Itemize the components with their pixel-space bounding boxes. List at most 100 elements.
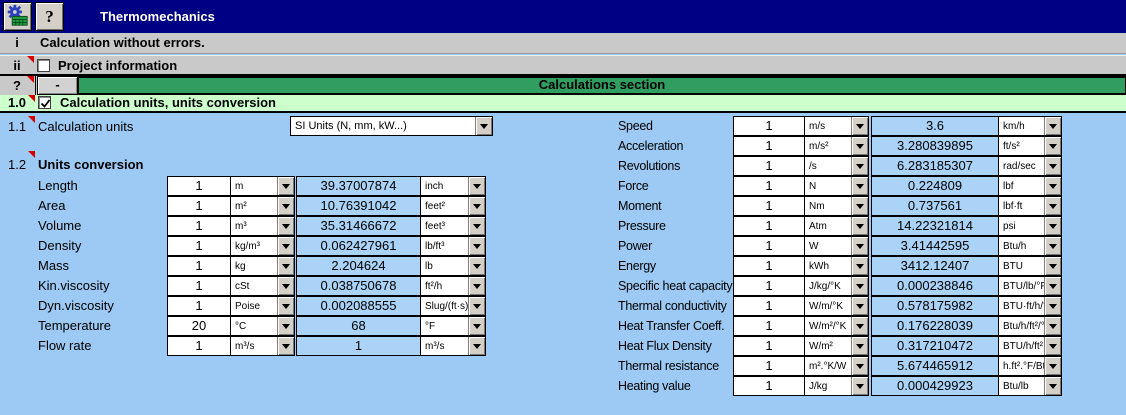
value-input[interactable]: 1 (733, 376, 805, 396)
unit-select[interactable]: Atm (804, 216, 869, 236)
result-unit-select[interactable]: BTU (998, 256, 1062, 276)
dropdown-arrow-icon[interactable] (1044, 377, 1061, 395)
dropdown-arrow-icon[interactable] (1044, 157, 1061, 175)
table-row: Speed 1 m/s 3.6 km/h (0, 116, 1126, 136)
dropdown-arrow-icon[interactable] (1044, 197, 1061, 215)
quantity-label: Thermal resistance (618, 356, 719, 376)
result-unit-select[interactable]: lbf (998, 176, 1062, 196)
unit-select[interactable]: W/m² (804, 336, 869, 356)
unit-select[interactable]: kWh (804, 256, 869, 276)
dropdown-arrow-icon[interactable] (1044, 177, 1061, 195)
result-unit-select[interactable]: BTU·ft/h/°F (998, 296, 1062, 316)
unit-select[interactable]: J/kg (804, 376, 869, 396)
result-unit-select[interactable]: BTU/lb/°F (998, 276, 1062, 296)
table-row: Heat Flux Density 1 W/m² 0.317210472 BTU… (0, 336, 1126, 356)
unit-select[interactable]: m/s (804, 116, 869, 136)
unit-select[interactable]: N (804, 176, 869, 196)
unit-select[interactable]: W (804, 236, 869, 256)
value-input[interactable]: 1 (733, 136, 805, 156)
quantity-label: Heat Transfer Coeff. (618, 316, 724, 336)
unit-select[interactable]: Nm (804, 196, 869, 216)
dropdown-arrow-icon[interactable] (851, 357, 868, 375)
dropdown-arrow-icon[interactable] (851, 217, 868, 235)
value-input[interactable]: 1 (733, 216, 805, 236)
dropdown-arrow-icon[interactable] (1044, 297, 1061, 315)
result-unit-select[interactable]: Btu/lb (998, 376, 1062, 396)
value-input[interactable]: 1 (733, 196, 805, 216)
arrow-down-glyph (856, 224, 864, 229)
value-input[interactable]: 1 (733, 156, 805, 176)
result-field: 5.674465912 (871, 356, 999, 376)
value-input[interactable]: 1 (733, 176, 805, 196)
dropdown-arrow-icon[interactable] (851, 297, 868, 315)
unit-select[interactable]: J/kg/°K (804, 276, 869, 296)
dropdown-arrow-icon[interactable] (1044, 217, 1061, 235)
dropdown-arrow-icon[interactable] (851, 337, 868, 355)
arrow-down-glyph (856, 144, 864, 149)
result-unit-select-value: rad/sec (999, 157, 1044, 175)
dropdown-arrow-icon[interactable] (851, 377, 868, 395)
result-unit-select[interactable]: BTU/h/ft² (998, 336, 1062, 356)
value-input[interactable]: 1 (733, 336, 805, 356)
result-unit-select[interactable]: lbf·ft (998, 196, 1062, 216)
dropdown-arrow-icon[interactable] (851, 137, 868, 155)
quantity-label: Revolutions (618, 156, 680, 176)
table-row: Specific heat capacity 1 J/kg/°K 0.00023… (0, 276, 1126, 296)
unit-select[interactable]: W/m/°K (804, 296, 869, 316)
result-field: 0.737561 (871, 196, 999, 216)
dropdown-arrow-icon[interactable] (1044, 277, 1061, 295)
value-input[interactable]: 1 (733, 356, 805, 376)
app-settings-button[interactable] (3, 2, 32, 31)
dropdown-arrow-icon[interactable] (1044, 117, 1061, 135)
quantity-label: Heating value (618, 376, 691, 396)
arrow-down-glyph (1049, 344, 1057, 349)
collapse-section-button[interactable]: - (37, 76, 78, 95)
result-unit-select[interactable]: Btu/h (998, 236, 1062, 256)
value-input[interactable]: 1 (733, 276, 805, 296)
project-information-checkbox[interactable] (37, 59, 50, 72)
section-1-0-checkbox[interactable] (38, 96, 51, 109)
table-row: Power 1 W 3.41442595 Btu/h (0, 236, 1126, 256)
dropdown-arrow-icon[interactable] (1044, 337, 1061, 355)
result-unit-select[interactable]: ft/s² (998, 136, 1062, 156)
dropdown-arrow-icon[interactable] (1044, 237, 1061, 255)
arrow-down-glyph (856, 264, 864, 269)
dropdown-arrow-icon[interactable] (851, 197, 868, 215)
dropdown-arrow-icon[interactable] (851, 317, 868, 335)
dropdown-arrow-icon[interactable] (1044, 137, 1061, 155)
unit-select[interactable]: W/m²/°K (804, 316, 869, 336)
dropdown-arrow-icon[interactable] (851, 157, 868, 175)
unit-select-value: m/s² (805, 137, 851, 155)
unit-select-value: J/kg/°K (805, 277, 851, 295)
value-input[interactable]: 1 (733, 256, 805, 276)
result-field: 3412.12407 (871, 256, 999, 276)
result-unit-select-value: Btu/lb (999, 377, 1044, 395)
unit-select-value: m/s (805, 117, 851, 135)
value-input[interactable]: 1 (733, 316, 805, 336)
unit-select[interactable]: /s (804, 156, 869, 176)
unit-select[interactable]: m/s² (804, 136, 869, 156)
unit-select[interactable]: m².°K/W (804, 356, 869, 376)
result-field: 3.41442595 (871, 236, 999, 256)
dropdown-arrow-icon[interactable] (1044, 257, 1061, 275)
result-unit-select[interactable]: km/h (998, 116, 1062, 136)
result-unit-select[interactable]: h.ft².°F/Btu (998, 356, 1062, 376)
unit-select-value: J/kg (805, 377, 851, 395)
dropdown-arrow-icon[interactable] (851, 237, 868, 255)
status-row-i: i Calculation without errors. (0, 33, 1126, 54)
result-unit-select[interactable]: psi (998, 216, 1062, 236)
help-button[interactable]: ? (35, 2, 64, 31)
arrow-down-glyph (1049, 284, 1057, 289)
arrow-down-glyph (1049, 384, 1057, 389)
value-input[interactable]: 1 (733, 116, 805, 136)
dropdown-arrow-icon[interactable] (851, 257, 868, 275)
value-input[interactable]: 1 (733, 296, 805, 316)
value-input[interactable]: 1 (733, 236, 805, 256)
dropdown-arrow-icon[interactable] (1044, 317, 1061, 335)
dropdown-arrow-icon[interactable] (851, 177, 868, 195)
result-unit-select[interactable]: rad/sec (998, 156, 1062, 176)
dropdown-arrow-icon[interactable] (851, 117, 868, 135)
dropdown-arrow-icon[interactable] (1044, 357, 1061, 375)
result-unit-select[interactable]: Btu/h/ft²/°F (998, 316, 1062, 336)
dropdown-arrow-icon[interactable] (851, 277, 868, 295)
